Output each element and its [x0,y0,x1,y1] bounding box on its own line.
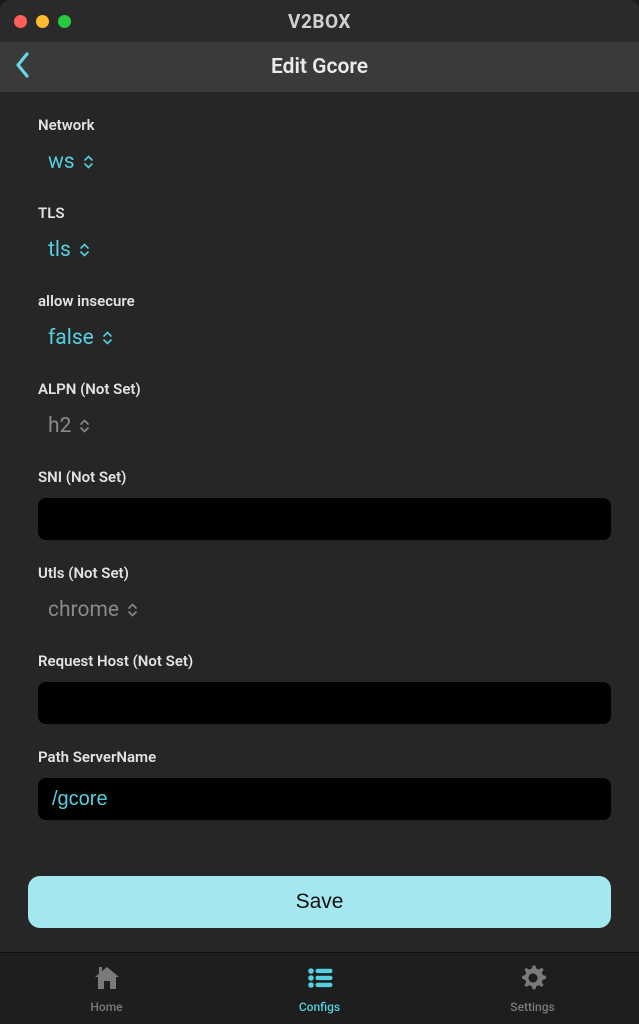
save-button[interactable]: Save [28,876,611,928]
updown-icon [79,419,90,433]
select-value: false [48,326,94,350]
field-label: allow insecure [38,292,611,310]
select-value: tls [48,238,71,262]
updown-icon [127,603,138,617]
app-window: V2BOX Edit Gcore Network ws TLS tls [0,0,639,1024]
list-icon [305,964,335,996]
tab-label: Settings [510,1000,554,1014]
select-value: ws [48,150,75,174]
tab-label: Configs [299,1000,340,1014]
updown-icon [102,331,113,345]
tab-label: Home [90,1000,122,1014]
field-utls: Utls (Not Set) chrome [38,564,611,634]
window-controls [14,15,71,28]
request-host-input[interactable] [38,682,611,724]
minimize-window-button[interactable] [36,15,49,28]
app-title: V2BOX [0,10,639,33]
alpn-select[interactable]: h2 [38,414,90,438]
chevron-left-icon [14,51,32,83]
field-request-host: Request Host (Not Set) [38,652,611,730]
allow-insecure-select[interactable]: false [38,326,113,350]
back-button[interactable] [14,51,32,83]
select-value: h2 [48,414,71,438]
titlebar: V2BOX [0,0,639,42]
network-select[interactable]: ws [38,150,94,174]
tab-bar: Home Configs Settings [0,952,639,1024]
field-path-servername: Path ServerName [38,748,611,826]
field-label: Utls (Not Set) [38,564,611,582]
save-row: Save [0,876,639,952]
sni-input[interactable] [38,498,611,540]
home-icon [92,964,122,996]
page-header: Edit Gcore [0,42,639,92]
tab-home[interactable]: Home [0,964,213,1014]
updown-icon [83,155,94,169]
tls-select[interactable]: tls [38,238,90,262]
field-label: Path ServerName [38,748,611,766]
field-label: SNI (Not Set) [38,468,611,486]
utls-select[interactable]: chrome [38,598,138,622]
tab-settings[interactable]: Settings [426,964,639,1014]
field-network: Network ws [38,116,611,186]
field-tls: TLS tls [38,204,611,274]
field-label: Request Host (Not Set) [38,652,611,670]
maximize-window-button[interactable] [58,15,71,28]
path-servername-input[interactable] [38,778,611,820]
field-alpn: ALPN (Not Set) h2 [38,380,611,450]
field-allow-insecure: allow insecure false [38,292,611,362]
field-sni: SNI (Not Set) [38,468,611,546]
close-window-button[interactable] [14,15,27,28]
field-label: Network [38,116,611,134]
page-title: Edit Gcore [0,55,639,79]
form-content: Network ws TLS tls allow insecure [0,92,639,876]
field-label: ALPN (Not Set) [38,380,611,398]
updown-icon [79,243,90,257]
gear-icon [518,964,548,996]
select-value: chrome [48,598,119,622]
field-label: TLS [38,204,611,222]
tab-configs[interactable]: Configs [213,964,426,1014]
